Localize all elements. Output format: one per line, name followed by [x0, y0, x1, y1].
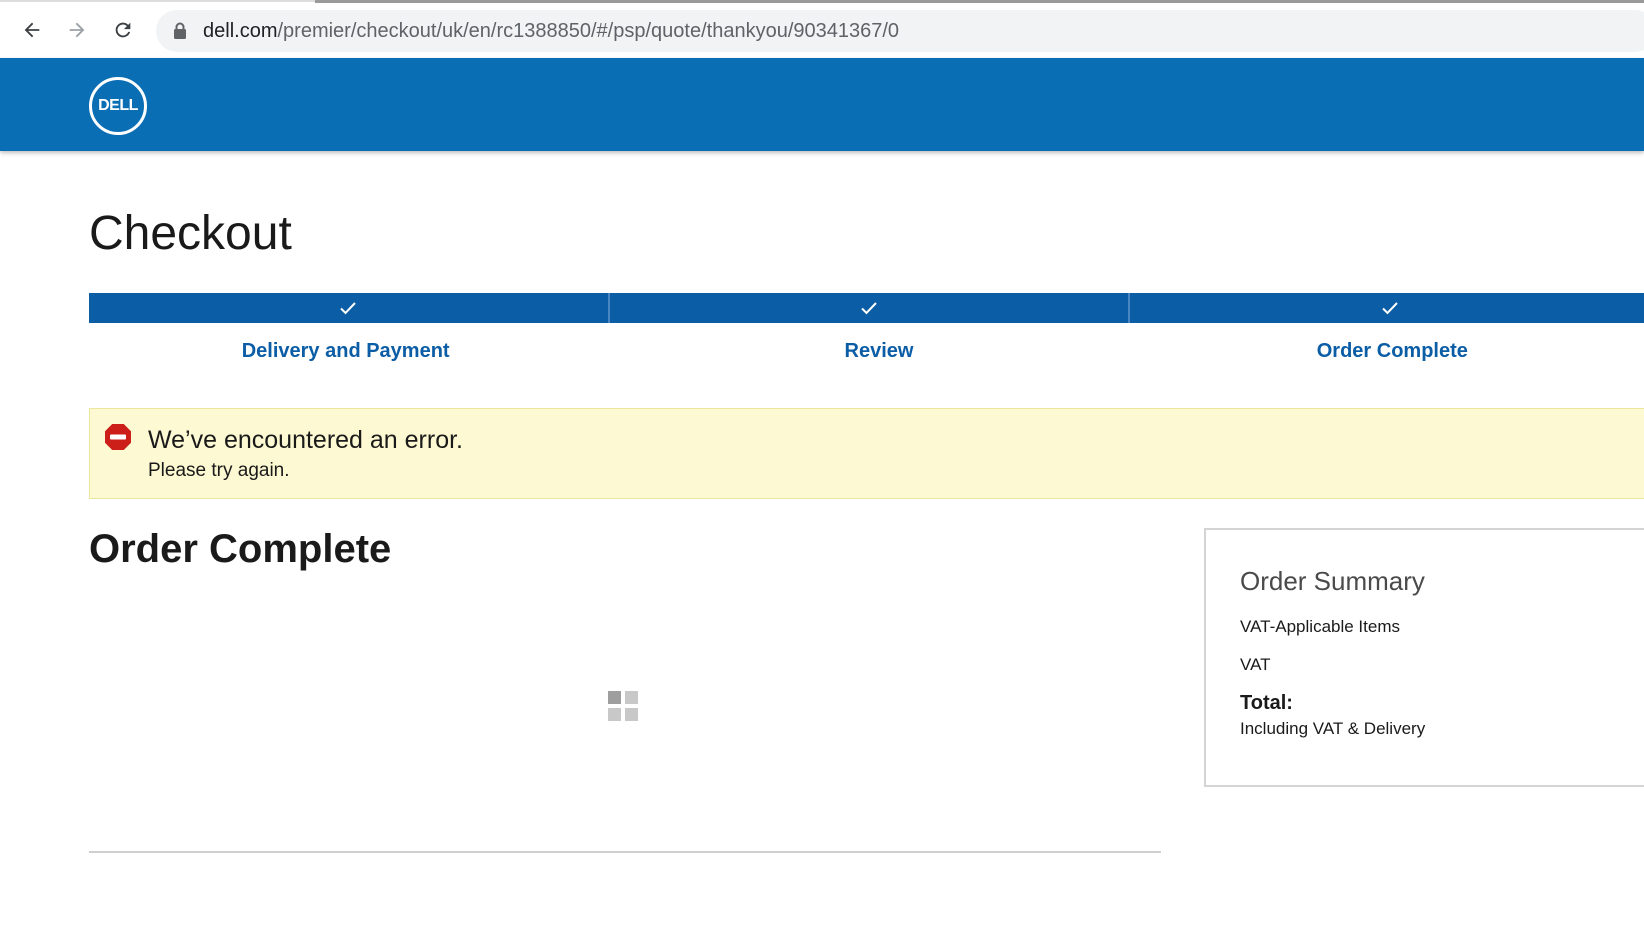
- checkmark-icon: [1381, 302, 1398, 315]
- step-review[interactable]: Review: [622, 340, 1135, 372]
- checkout-step-labels: Delivery and Payment Review Order Comple…: [89, 340, 1644, 372]
- browser-toolbar: dell.com/premier/checkout/uk/en/rc138885…: [0, 0, 1644, 58]
- loading-grid-icon: [608, 691, 638, 721]
- step-delivery-and-payment[interactable]: Delivery and Payment: [89, 340, 622, 372]
- checkmark-icon: [861, 302, 877, 315]
- url-host: dell.com: [203, 19, 278, 42]
- url-path: /premier/checkout/uk/en/rc1388850/#/psp/…: [277, 19, 900, 42]
- order-summary-title: Order Summary: [1240, 566, 1425, 596]
- address-bar[interactable]: dell.com/premier/checkout/uk/en/rc138885…: [156, 10, 1644, 52]
- loader-cell: [625, 691, 638, 704]
- vat-applicable-items-label: VAT-Applicable Items: [1240, 617, 1400, 636]
- loader-cell: [625, 708, 638, 721]
- total-note: Including VAT & Delivery: [1240, 719, 1426, 738]
- arrow-left-icon: [24, 22, 40, 38]
- vat-label: VAT: [1240, 655, 1271, 674]
- back-button[interactable]: [16, 14, 48, 46]
- checkout-progress: [89, 293, 1644, 323]
- step-order-complete[interactable]: Order Complete: [1136, 340, 1644, 372]
- total-label: Total:: [1240, 692, 1293, 714]
- section-title: Order Complete: [89, 527, 392, 571]
- checkmark-icon: [340, 302, 357, 315]
- logo-text: DELL: [98, 97, 138, 114]
- loader-cell: [608, 691, 621, 704]
- step-bar-delivery: [89, 293, 610, 323]
- step-bar-review: [609, 293, 1131, 323]
- tab-strip-edge: [315, 0, 1644, 3]
- step-bar-order-complete: [1130, 293, 1644, 323]
- alert-message: Please try again.: [148, 460, 290, 481]
- reload-button[interactable]: [107, 14, 139, 46]
- page-title: Checkout: [89, 207, 292, 260]
- arrow-right-icon: [69, 22, 85, 38]
- section-divider: [89, 851, 1161, 853]
- reload-icon: [115, 22, 131, 38]
- site-header: DELL: [0, 58, 1644, 151]
- error-stop-icon: [105, 424, 131, 450]
- order-summary-panel: Order Summary VAT-Applicable Items VAT T…: [1204, 528, 1644, 787]
- error-alert: We’ve encountered an error. Please try a…: [89, 408, 1644, 499]
- url-text: dell.com/premier/checkout/uk/en/rc138885…: [203, 20, 899, 43]
- forward-button[interactable]: [61, 14, 93, 46]
- dell-logo[interactable]: DELL: [89, 77, 147, 135]
- loader-cell: [608, 708, 621, 721]
- lock-icon: [174, 22, 186, 39]
- alert-title: We’ve encountered an error.: [148, 426, 464, 454]
